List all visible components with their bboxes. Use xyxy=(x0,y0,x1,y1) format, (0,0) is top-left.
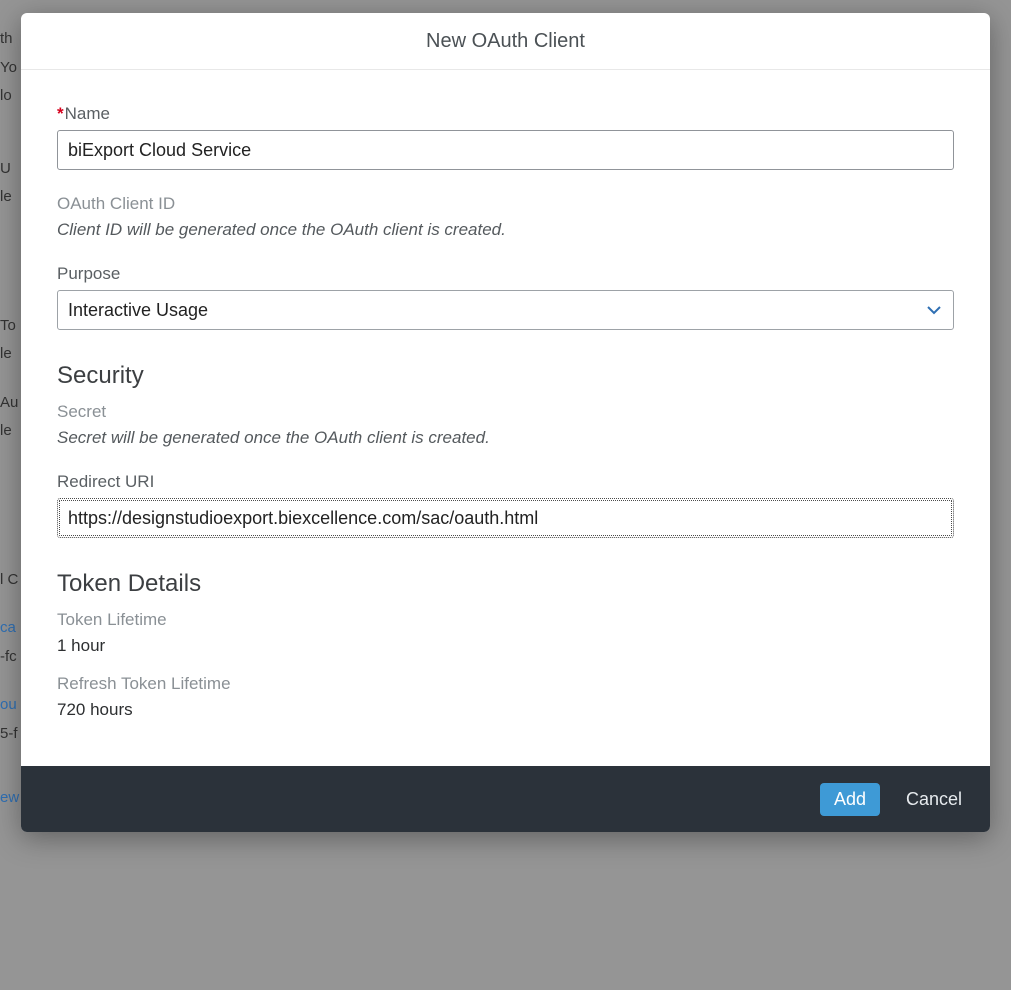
token-lifetime-value: 1 hour xyxy=(57,636,954,656)
required-indicator: * xyxy=(57,104,64,123)
name-label-text: Name xyxy=(65,104,110,123)
token-lifetime-block: Token Lifetime 1 hour xyxy=(57,610,954,656)
new-oauth-client-dialog: New OAuth Client *Name OAuth Client ID C… xyxy=(21,13,990,832)
client-id-label: OAuth Client ID xyxy=(57,194,954,214)
purpose-label: Purpose xyxy=(57,264,954,284)
secret-hint: Secret will be generated once the OAuth … xyxy=(57,428,954,448)
name-field-block: *Name xyxy=(57,104,954,170)
cancel-button[interactable]: Cancel xyxy=(902,783,966,816)
purpose-select-wrapper: Interactive Usage xyxy=(57,290,954,330)
redirect-uri-label: Redirect URI xyxy=(57,472,954,492)
refresh-token-lifetime-label: Refresh Token Lifetime xyxy=(57,674,954,694)
security-heading: Security xyxy=(57,362,954,390)
purpose-field-block: Purpose Interactive Usage xyxy=(57,264,954,330)
add-button[interactable]: Add xyxy=(820,783,880,816)
redirect-uri-input[interactable] xyxy=(57,498,954,538)
secret-label: Secret xyxy=(57,402,954,422)
client-id-hint: Client ID will be generated once the OAu… xyxy=(57,220,954,240)
token-lifetime-label: Token Lifetime xyxy=(57,610,954,630)
dialog-footer: Add Cancel xyxy=(21,766,990,832)
refresh-token-lifetime-value: 720 hours xyxy=(57,700,954,720)
purpose-selected-value: Interactive Usage xyxy=(68,300,208,321)
token-details-heading: Token Details xyxy=(57,570,954,598)
refresh-token-lifetime-block: Refresh Token Lifetime 720 hours xyxy=(57,674,954,720)
client-id-field-block: OAuth Client ID Client ID will be genera… xyxy=(57,194,954,240)
dialog-title: New OAuth Client xyxy=(426,30,585,53)
name-input[interactable] xyxy=(57,130,954,170)
secret-field-block: Secret Secret will be generated once the… xyxy=(57,402,954,448)
modal-backdrop: thYolo Ule Tole Aule l C ca-fc ou5-f ew … xyxy=(0,0,1011,990)
dialog-body: *Name OAuth Client ID Client ID will be … xyxy=(21,70,990,766)
name-label: *Name xyxy=(57,104,954,124)
dialog-header: New OAuth Client xyxy=(21,13,990,70)
purpose-select[interactable]: Interactive Usage xyxy=(57,290,954,330)
redirect-uri-field-block: Redirect URI xyxy=(57,472,954,538)
